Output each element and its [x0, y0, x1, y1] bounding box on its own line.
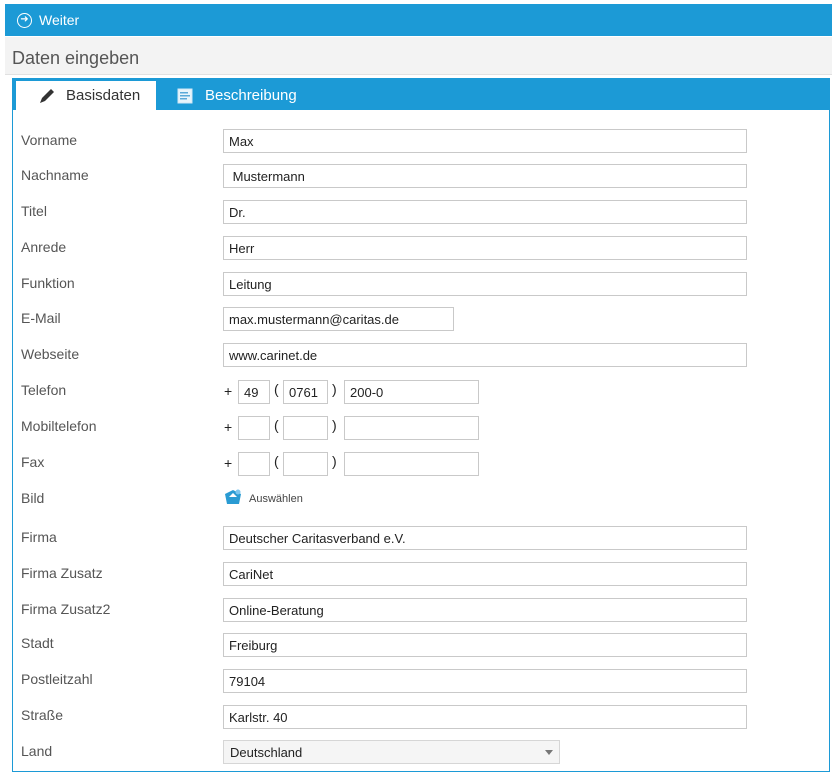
fax-label: Fax	[21, 454, 45, 470]
mobil-paren-close: )	[332, 417, 337, 433]
email-label: E-Mail	[21, 310, 61, 326]
fax-area-input[interactable]	[283, 452, 328, 476]
postleitzahl-label: Postleitzahl	[21, 671, 93, 687]
firma-zusatz2-label: Firma Zusatz2	[21, 601, 111, 617]
telefon-plus: +	[224, 383, 233, 399]
funktion-input[interactable]	[223, 272, 747, 296]
firma-zusatz2-input[interactable]	[223, 598, 747, 622]
mobil-plus: +	[224, 419, 233, 435]
telefon-paren-open: (	[274, 381, 279, 397]
strasse-input[interactable]	[223, 705, 747, 729]
bild-auswaehlen-button[interactable]: Auswählen	[223, 488, 303, 509]
telefon-label: Telefon	[21, 382, 67, 398]
tab-basisdaten[interactable]: Basisdaten	[16, 81, 156, 110]
anrede-input[interactable]	[223, 236, 747, 260]
webseite-input[interactable]	[223, 343, 747, 367]
stadt-input[interactable]	[223, 633, 747, 657]
image-upload-icon	[223, 488, 249, 509]
funktion-label: Funktion	[21, 275, 75, 291]
telefon-country-input[interactable]	[238, 380, 270, 404]
vorname-label: Vorname	[21, 132, 78, 148]
tab-beschreibung[interactable]: Beschreibung	[175, 81, 335, 110]
arrow-right-circle-icon: ➜	[17, 12, 32, 28]
chevron-down-icon	[545, 750, 553, 755]
mobil-country-input[interactable]	[238, 416, 270, 440]
weiter-button[interactable]: ➜ Weiter	[5, 4, 832, 36]
firma-label: Firma	[21, 529, 57, 545]
mobil-number-input[interactable]	[344, 416, 479, 440]
telefon-paren-close: )	[332, 381, 337, 397]
anrede-label: Anrede	[21, 239, 67, 255]
tab-bar: Basisdaten Beschreibung	[13, 78, 829, 110]
nachname-label: Nachname	[21, 167, 89, 183]
vorname-input[interactable]	[223, 129, 747, 153]
mobil-area-input[interactable]	[283, 416, 328, 440]
tab-basisdaten-label: Basisdaten	[66, 87, 141, 104]
bild-button-label: Auswählen	[249, 492, 303, 505]
weiter-label: Weiter	[39, 12, 80, 28]
firma-input[interactable]	[223, 526, 747, 550]
firma-zusatz-input[interactable]	[223, 562, 747, 586]
postleitzahl-input[interactable]	[223, 669, 747, 693]
mobiltelefon-label: Mobiltelefon	[21, 418, 97, 434]
fax-number-input[interactable]	[344, 452, 479, 476]
titel-label: Titel	[21, 203, 47, 219]
bild-label: Bild	[21, 490, 45, 506]
fax-country-input[interactable]	[238, 452, 270, 476]
fax-paren-close: )	[332, 453, 337, 469]
telefon-area-input[interactable]	[283, 380, 328, 404]
mobil-paren-open: (	[274, 417, 279, 433]
section-header: Daten eingeben	[5, 37, 832, 75]
land-select[interactable]: Deutschland	[223, 740, 560, 764]
telefon-number-input[interactable]	[344, 380, 479, 404]
form-panel: Basisdaten Beschreibung Vorname Nachname…	[12, 78, 830, 772]
webseite-label: Webseite	[21, 346, 80, 362]
fax-paren-open: (	[274, 453, 279, 469]
fax-plus: +	[224, 455, 233, 471]
nachname-input[interactable]	[223, 164, 747, 188]
page-title: Daten eingeben	[12, 48, 140, 68]
pencil-icon	[38, 87, 56, 105]
text-document-icon	[177, 88, 193, 104]
strasse-label: Straße	[21, 707, 64, 723]
stadt-label: Stadt	[21, 635, 54, 651]
tab-beschreibung-label: Beschreibung	[205, 87, 297, 104]
firma-zusatz-label: Firma Zusatz	[21, 565, 103, 581]
email-input[interactable]	[223, 307, 454, 331]
titel-input[interactable]	[223, 200, 747, 224]
land-label: Land	[21, 743, 53, 759]
land-selected-value: Deutschland	[230, 745, 303, 760]
